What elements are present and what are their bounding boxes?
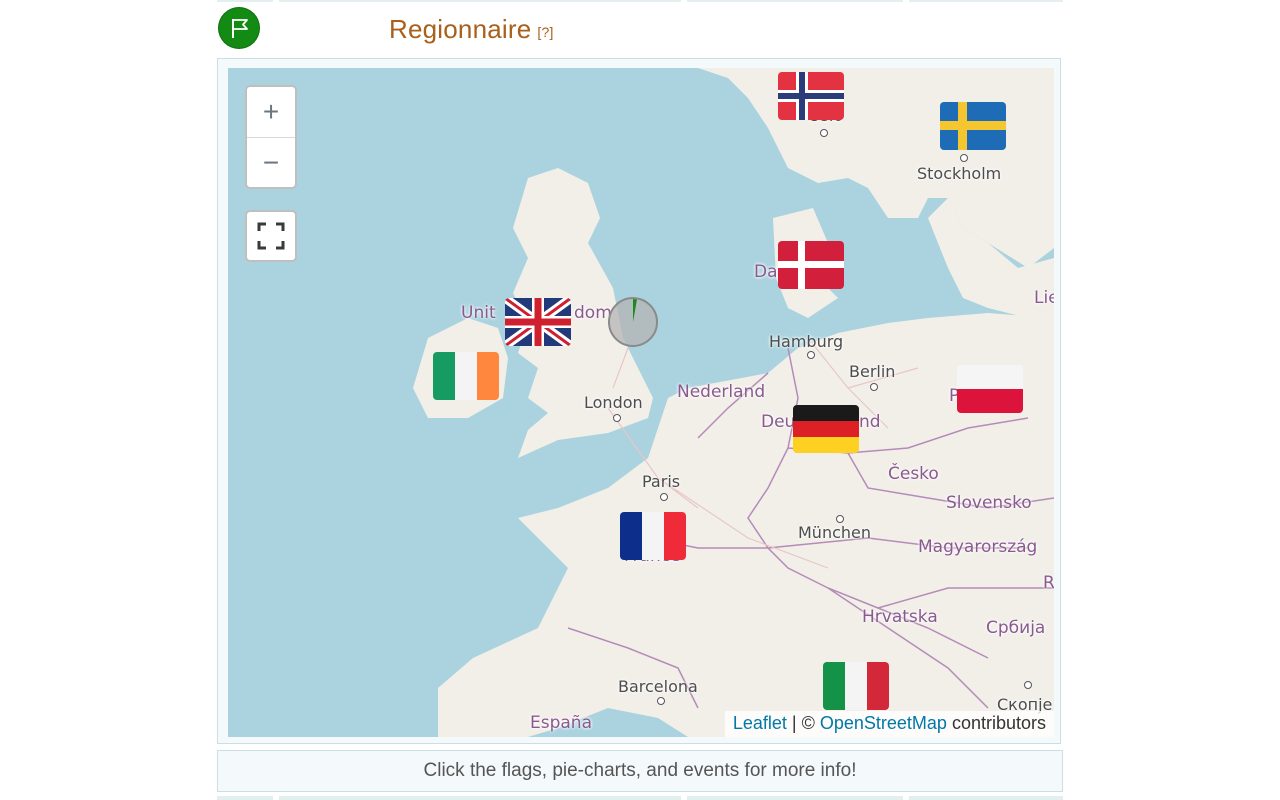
france-flag-graphic <box>620 512 686 560</box>
sweden-flag-icon[interactable] <box>940 102 1006 150</box>
germany-flag-graphic <box>793 405 859 453</box>
germany-flag-icon[interactable] <box>793 405 859 453</box>
fullscreen-icon <box>257 222 285 250</box>
label-paris: Paris <box>642 472 681 491</box>
help-link[interactable]: [?] <box>537 24 553 40</box>
city-dot-london <box>613 414 621 422</box>
label-magyarorszag: Magyarország <box>918 537 1038 557</box>
label-slovensko: Slovensko <box>946 493 1032 513</box>
city-dot-paris <box>660 493 668 501</box>
city-dot-barcelona <box>657 697 665 705</box>
page-title: Regionnaire [?] <box>389 14 554 45</box>
label-srbija: Србија <box>986 618 1046 638</box>
city-dot-hamburg <box>807 351 815 359</box>
attrib-sep: | © <box>786 713 820 733</box>
osm-link[interactable]: OpenStreetMap <box>820 713 947 733</box>
ireland-flag-graphic <box>433 352 499 400</box>
city-dot-stockholm <box>960 154 968 162</box>
sweden-flag-graphic <box>940 102 1006 150</box>
label-stockholm: Stockholm <box>917 164 1002 183</box>
regionnaire-badge <box>219 8 259 48</box>
label-uk-left: Unit <box>461 303 496 323</box>
label-espana: España <box>530 713 592 733</box>
label-danmark: Da <box>754 262 778 282</box>
label-nederland: Nederland <box>677 382 766 402</box>
map-attribution: Leaflet | © OpenStreetMap contributors <box>724 711 1054 737</box>
info-bar: Click the flags, pie-charts, and events … <box>217 750 1063 792</box>
label-r: R <box>1043 573 1054 593</box>
leaflet-map[interactable]: Oslo Stockholm Da Unit dom Hamburg Berli… <box>228 68 1054 737</box>
norway-flag-icon[interactable] <box>778 72 844 120</box>
label-hamburg: Hamburg <box>769 332 844 351</box>
city-dot-skopje <box>1024 681 1032 689</box>
panel-header: Regionnaire [?] <box>217 2 1063 56</box>
city-dot-munchen <box>836 515 844 523</box>
uk-flag-icon[interactable] <box>505 298 571 346</box>
map-frame: Oslo Stockholm Da Unit dom Hamburg Berli… <box>217 58 1061 744</box>
label-london: London <box>584 393 643 412</box>
poland-flag-icon[interactable] <box>957 365 1023 413</box>
pie-chart-marker[interactable] <box>608 297 658 347</box>
label-cesko: Česko <box>888 464 939 484</box>
pie-slice <box>633 299 637 322</box>
italy-flag-icon[interactable] <box>823 662 889 710</box>
uk-flag-graphic <box>505 298 571 346</box>
denmark-flag-icon[interactable] <box>778 241 844 289</box>
label-uk-right: dom <box>574 303 612 323</box>
label-barcelona: Barcelona <box>618 677 698 696</box>
bottom-grid-lines <box>217 796 1063 800</box>
denmark-flag-graphic <box>778 241 844 289</box>
norway-flag-graphic <box>778 72 844 120</box>
flag-icon <box>232 19 248 38</box>
attrib-contributors: contributors <box>946 713 1046 733</box>
label-deutschland-left: Deu <box>761 412 796 432</box>
title-text: Regionnaire <box>389 14 532 44</box>
label-hrvatska: Hrvatska <box>862 607 938 627</box>
zoom-in-button[interactable]: + <box>247 87 295 138</box>
city-dot-oslo <box>820 129 828 137</box>
label-berlin: Berlin <box>849 362 896 381</box>
zoom-control: + − <box>245 85 297 189</box>
poland-flag-graphic <box>957 365 1023 413</box>
leaflet-link[interactable]: Leaflet <box>733 713 787 733</box>
city-dot-berlin <box>870 383 878 391</box>
label-munchen: München <box>798 523 872 542</box>
france-flag-icon[interactable] <box>620 512 686 560</box>
label-lietuva: Lie <box>1034 288 1054 308</box>
zoom-out-button[interactable]: − <box>247 138 295 187</box>
label-deutschland-right: nd <box>859 412 881 432</box>
ireland-flag-icon[interactable] <box>433 352 499 400</box>
fullscreen-button[interactable] <box>245 210 297 262</box>
italy-flag-graphic <box>823 662 889 710</box>
